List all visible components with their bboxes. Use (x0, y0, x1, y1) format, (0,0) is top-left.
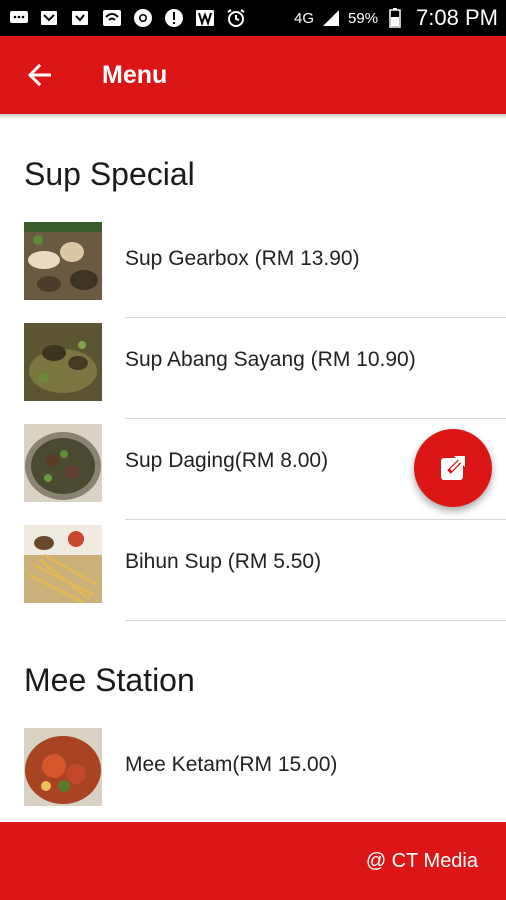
list-item-mee-ketam[interactable]: Mee Ketam(RM 15.00) (0, 723, 506, 822)
divider (125, 620, 506, 621)
battery-icon (384, 8, 406, 28)
wifi-notification-icon (101, 8, 123, 28)
word-app-icon (194, 8, 216, 28)
footer-bar: @ CT Media (0, 822, 506, 900)
app-bar-shadow (0, 114, 506, 119)
back-button[interactable] (0, 36, 80, 114)
app-bar: Menu (0, 36, 506, 114)
item-label: Sup Gearbox (RM 13.90) (125, 247, 360, 270)
list-item-bihun-sup[interactable]: Bihun Sup (RM 5.50) (0, 520, 506, 621)
chrome-icon (132, 8, 154, 28)
screenshot-icon (70, 8, 92, 28)
status-bar: 4G 59% 7:08 PM (0, 0, 506, 36)
food-thumbnail (24, 525, 102, 603)
alert-icon (163, 8, 185, 28)
list-item-sup-abang-sayang[interactable]: Sup Abang Sayang (RM 10.90) (0, 318, 506, 419)
chat-notification-icon (8, 8, 30, 28)
item-label: Sup Abang Sayang (RM 10.90) (125, 348, 416, 371)
food-thumbnail (24, 424, 102, 502)
food-thumbnail (24, 323, 102, 401)
edit-external-icon (441, 456, 465, 480)
missed-call-icon (39, 8, 61, 28)
food-thumbnail (24, 222, 102, 300)
edit-fab-button[interactable] (414, 429, 492, 507)
section-title-sup-special: Sup Special (24, 156, 195, 192)
item-label: Bihun Sup (RM 5.50) (125, 550, 322, 573)
section-title-mee-station: Mee Station (24, 662, 195, 698)
page-title: Menu (102, 60, 168, 89)
network-type-label: 4G (294, 9, 315, 27)
footer-credit: @ CT Media (365, 850, 478, 872)
battery-percent: 59% (348, 9, 379, 27)
item-label: Sup Daging(RM 8.00) (125, 449, 329, 472)
clock: 7:08 PM (416, 5, 498, 30)
alarm-icon (225, 8, 247, 28)
item-label: Mee Ketam(RM 15.00) (125, 753, 338, 776)
food-thumbnail (24, 728, 102, 806)
signal-icon (320, 8, 342, 28)
notification-icons (8, 8, 247, 28)
list-item-sup-gearbox[interactable]: Sup Gearbox (RM 13.90) (0, 217, 506, 318)
arrow-left-icon (27, 64, 51, 86)
